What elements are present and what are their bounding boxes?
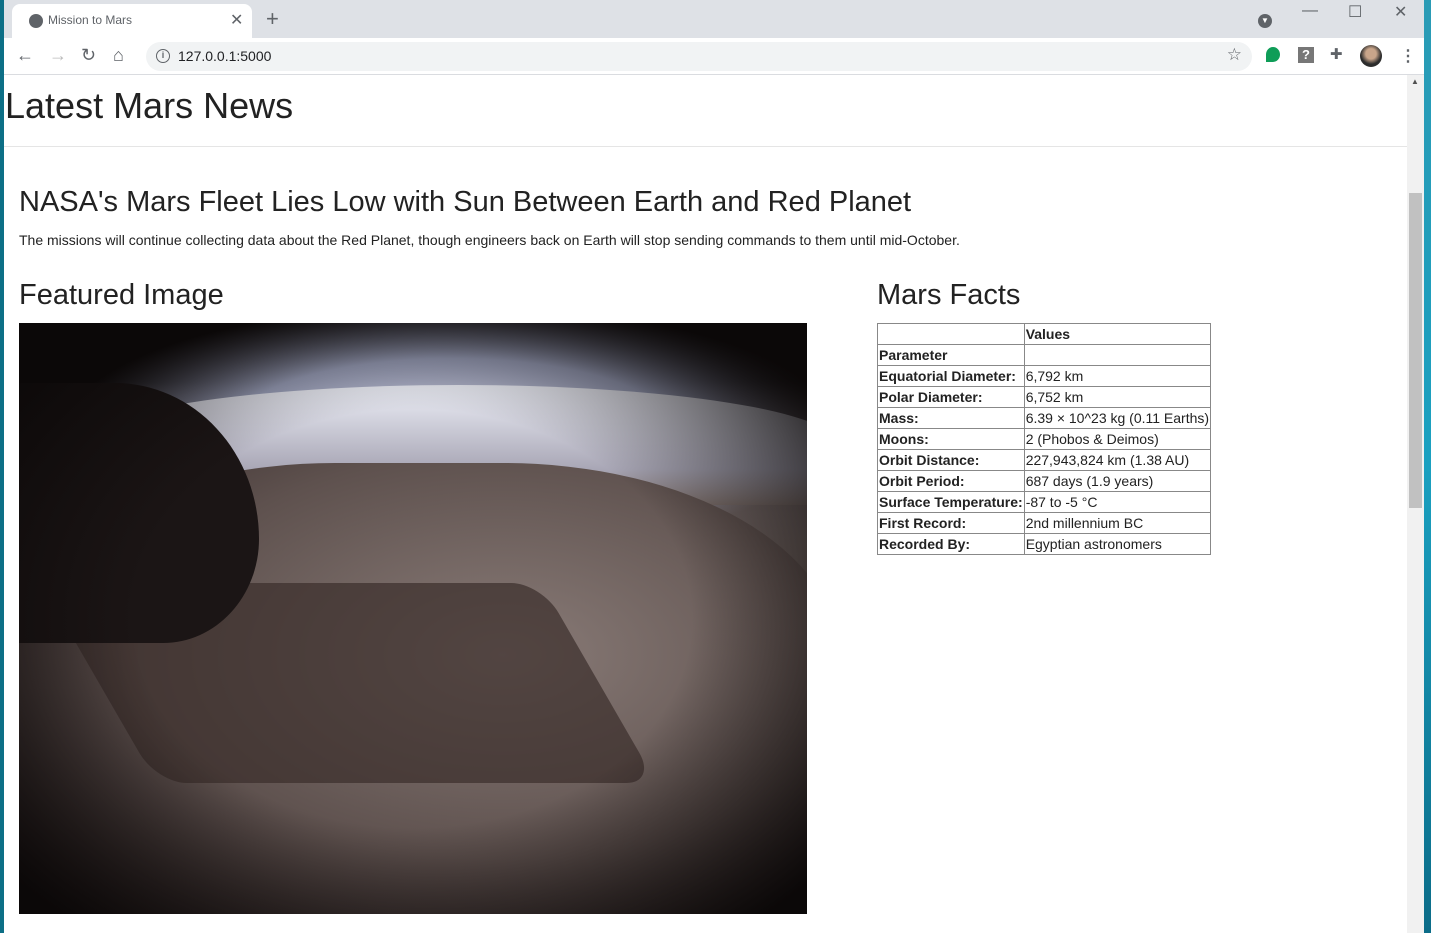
table-row: Polar Diameter: 6,752 km (877, 386, 1212, 408)
fact-label: Equatorial Diameter: (877, 365, 1025, 387)
reload-icon[interactable]: ↻ (81, 45, 96, 66)
mars-facts-heading: Mars Facts (877, 279, 1021, 311)
fact-value: 227,943,824 km (1.38 AU) (1023, 449, 1212, 471)
tab-mission-to-mars[interactable]: Mission to Mars ✕ (12, 4, 252, 38)
table-index-label: Parameter (877, 344, 1025, 366)
news-title: NASA's Mars Fleet Lies Low with Sun Betw… (19, 186, 912, 218)
table-row: Orbit Distance: 227,943,824 km (1.38 AU) (877, 449, 1212, 471)
new-tab-button[interactable]: + (266, 6, 279, 32)
close-window-button[interactable]: ✕ (1394, 2, 1407, 22)
fact-label: Surface Temperature: (877, 491, 1025, 513)
table-header-values: Values (1023, 323, 1212, 345)
desktop-background (1424, 0, 1431, 933)
extensions-puzzle-icon[interactable]: ✚ (1330, 45, 1343, 63)
close-tab-icon[interactable]: ✕ (230, 10, 243, 30)
minimize-button[interactable]: — (1302, 2, 1318, 20)
extension-green-icon[interactable] (1266, 47, 1280, 62)
profile-avatar[interactable] (1360, 45, 1382, 67)
home-icon[interactable]: ⌂ (113, 45, 124, 66)
bookmark-star-icon[interactable]: ☆ (1227, 45, 1242, 65)
scroll-up-icon[interactable]: ▲ (1411, 77, 1419, 86)
fact-value: 687 days (1.9 years) (1023, 470, 1212, 492)
scrollbar-thumb[interactable] (1409, 193, 1422, 508)
menu-kebab-icon[interactable]: ⋮ (1400, 46, 1416, 66)
maximize-button[interactable]: ☐ (1348, 2, 1362, 22)
fact-label: Polar Diameter: (877, 386, 1025, 408)
info-icon[interactable]: i (156, 49, 170, 63)
back-icon[interactable]: ← (16, 45, 34, 66)
globe-icon (29, 14, 43, 28)
fact-label: First Record: (877, 512, 1025, 534)
table-row: Moons: 2 (Phobos & Deimos) (877, 428, 1212, 450)
extension-help-icon[interactable]: ? (1298, 47, 1314, 63)
page-heading: Latest Mars News (5, 85, 294, 126)
fact-value: Egyptian astronomers (1023, 533, 1212, 555)
vertical-scrollbar[interactable]: ▲ (1407, 75, 1424, 933)
fact-value: 6,792 km (1023, 365, 1212, 387)
tab-search-icon[interactable]: ▼ (1258, 14, 1272, 28)
table-row: Surface Temperature: -87 to -5 °C (877, 491, 1212, 513)
url-text[interactable]: 127.0.0.1:5000 (178, 48, 271, 64)
featured-image-heading: Featured Image (19, 279, 224, 311)
fact-label: Orbit Distance: (877, 449, 1025, 471)
page-content: Latest Mars News NASA's Mars Fleet Lies … (4, 75, 1407, 933)
tab-bar: Mission to Mars ✕ + ▼ — ☐ ✕ (4, 0, 1424, 38)
forward-icon[interactable]: → (49, 45, 67, 66)
mars-facts-table: Values Parameter Equatorial Diameter: 6,7… (877, 323, 1212, 555)
fact-value: 6.39 × 10^23 kg (0.11 Earths) (1023, 407, 1212, 429)
table-row: First Record: 2nd millennium BC (877, 512, 1212, 534)
browser-toolbar: ← → ↻ ⌂ i 127.0.0.1:5000 ☆ ? ✚ ⋮ (4, 38, 1424, 75)
fact-value: 6,752 km (1023, 386, 1212, 408)
divider (4, 146, 1407, 147)
table-row: Recorded By: Egyptian astronomers (877, 533, 1212, 555)
tab-title: Mission to Mars (48, 13, 133, 27)
table-row: Orbit Period: 687 days (1.9 years) (877, 470, 1212, 492)
fact-label: Recorded By: (877, 533, 1025, 555)
fact-label: Moons: (877, 428, 1025, 450)
fact-label: Mass: (877, 407, 1025, 429)
fact-value: 2 (Phobos & Deimos) (1023, 428, 1212, 450)
fact-value: -87 to -5 °C (1023, 491, 1212, 513)
fact-label: Orbit Period: (877, 470, 1025, 492)
featured-image (19, 323, 807, 914)
address-bar[interactable]: i 127.0.0.1:5000 ☆ (146, 42, 1252, 71)
table-header-blank (877, 323, 1025, 345)
browser-window: Mission to Mars ✕ + ▼ — ☐ ✕ ← → ↻ ⌂ i 12… (4, 0, 1424, 933)
table-row: Equatorial Diameter: 6,792 km (877, 365, 1212, 387)
table-row: Mass: 6.39 × 10^23 kg (0.11 Earths) (877, 407, 1212, 429)
fact-value: 2nd millennium BC (1023, 512, 1212, 534)
news-paragraph: The missions will continue collecting da… (19, 232, 960, 248)
